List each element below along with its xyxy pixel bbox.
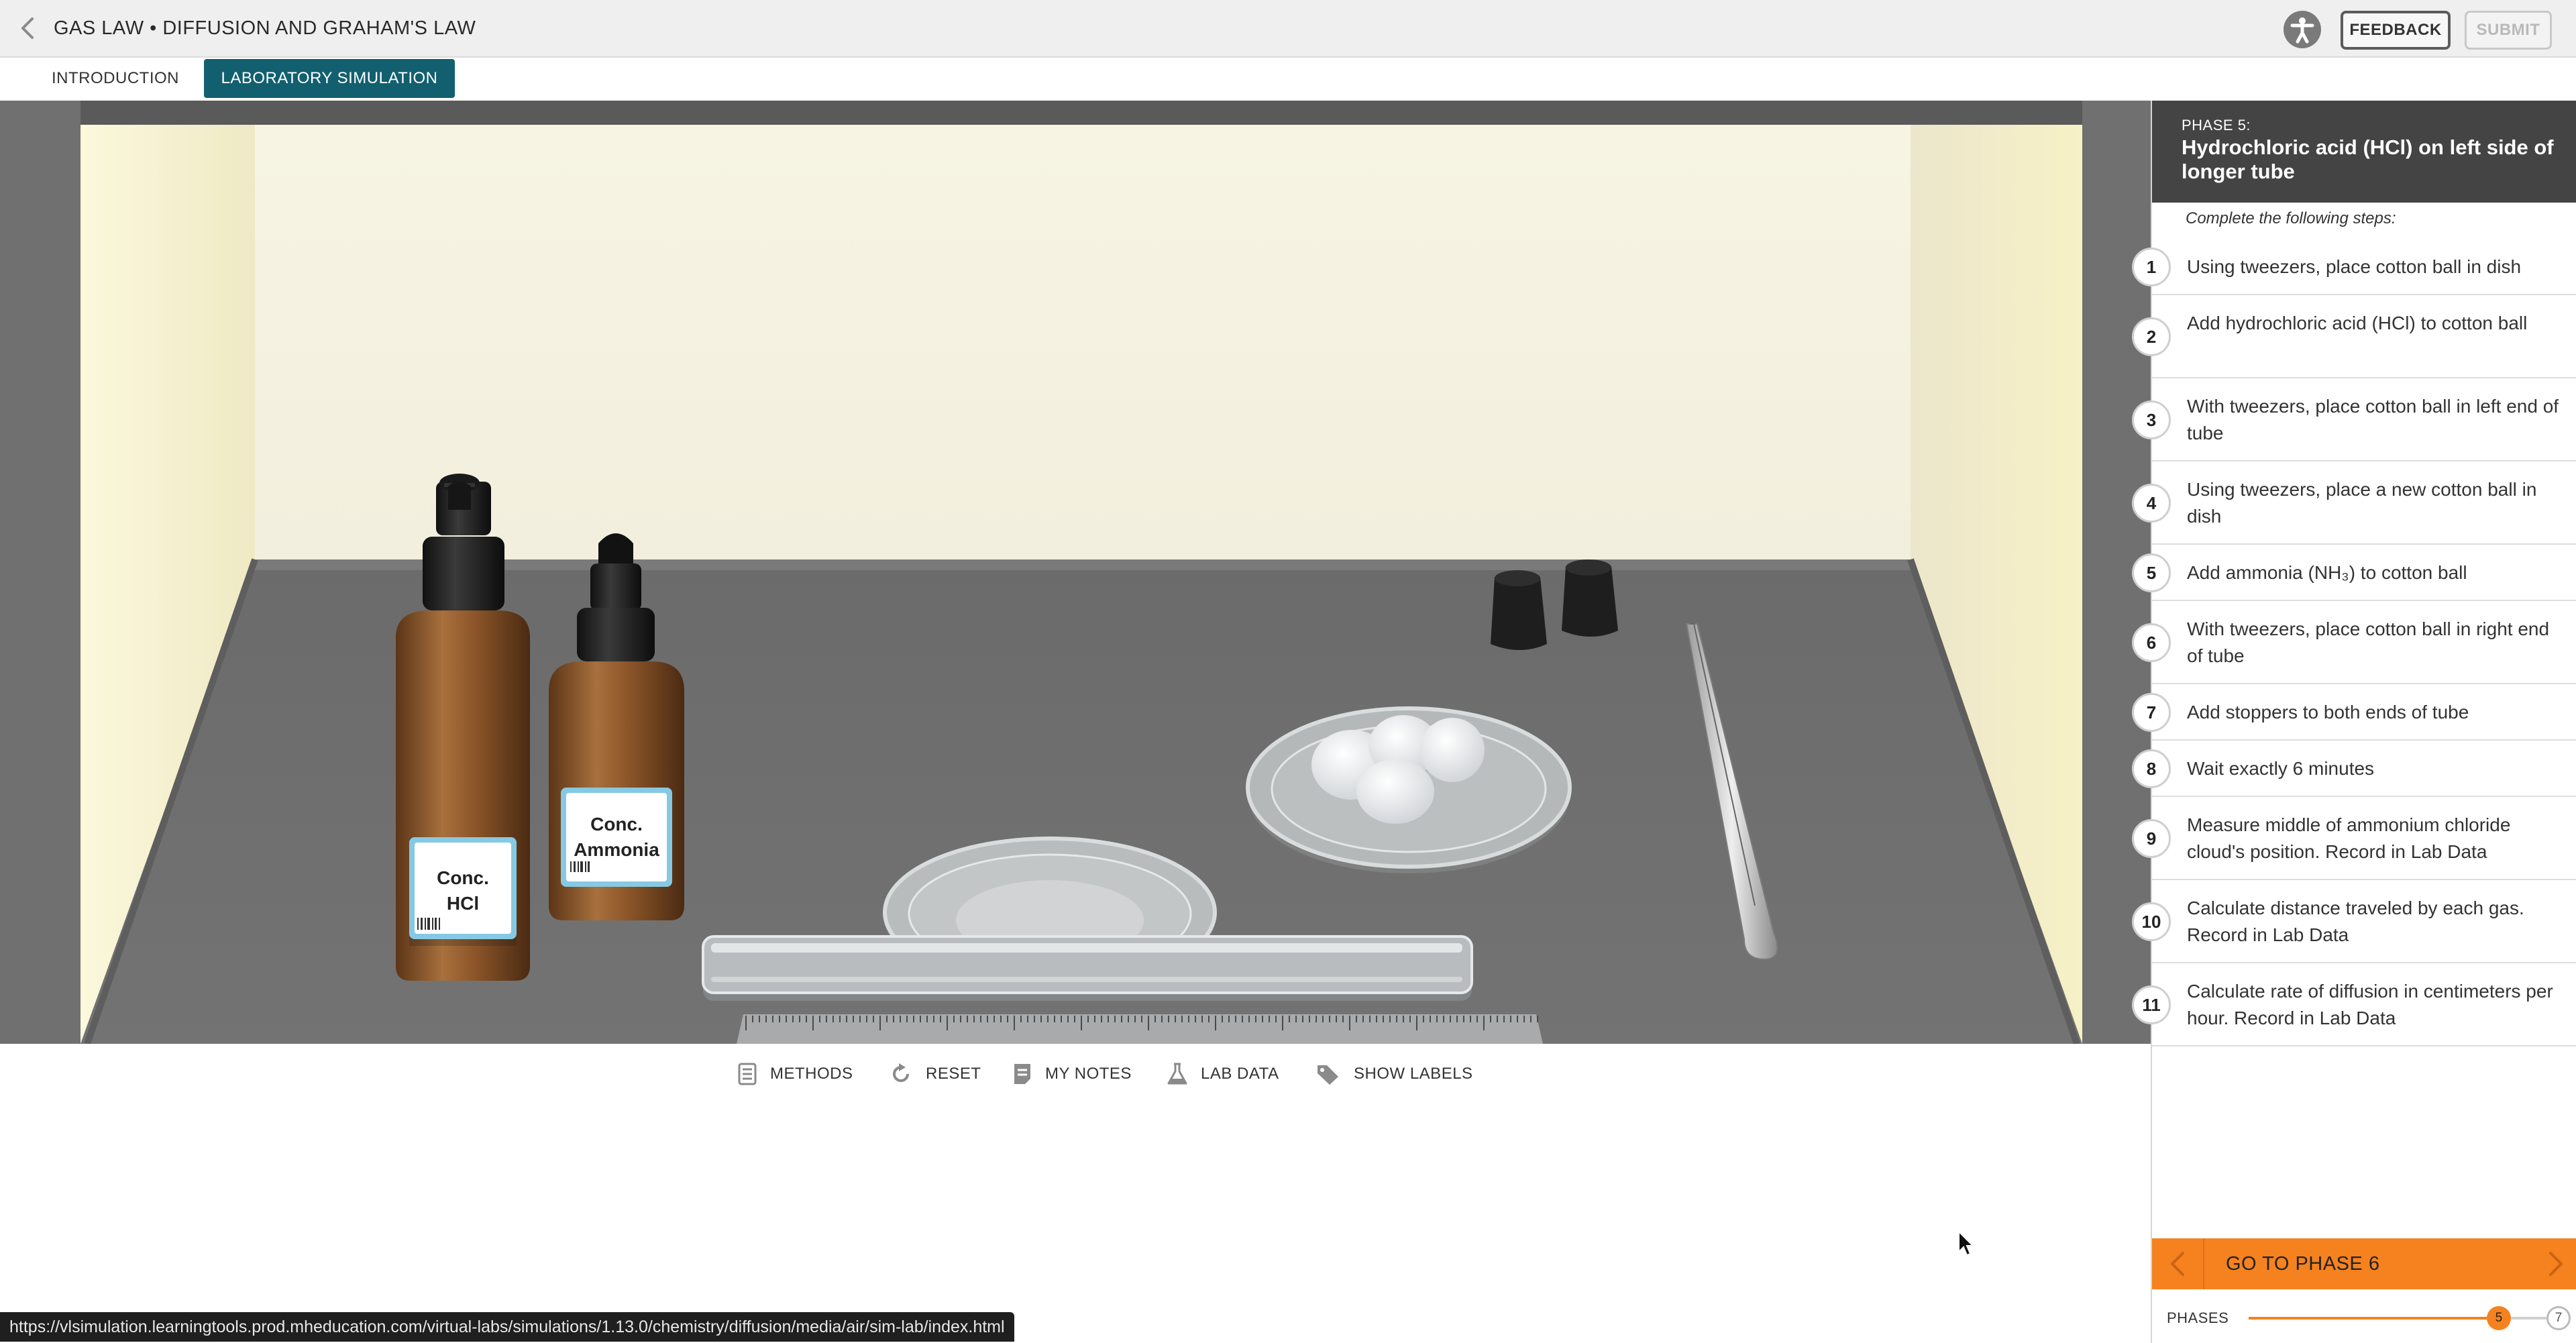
chevron-left-icon	[2171, 1252, 2184, 1276]
step-number: 2	[2132, 317, 2171, 356]
step-text: Using tweezers, place cotton ball in dis…	[2187, 256, 2522, 277]
step-item: 1 Using tweezers, place cotton ball in di…	[2132, 239, 2576, 295]
step-item: 4 Using tweezers, place a new cotton ball…	[2132, 462, 2576, 545]
step-number: 6	[2132, 623, 2171, 662]
methods-button[interactable]: METHODS	[738, 1059, 853, 1089]
show-labels-label: SHOW LABELS	[1354, 1065, 1473, 1083]
step-text: Add hydrochloric acid (HCl) to cotton ba…	[2187, 313, 2528, 333]
step-number: 11	[2132, 985, 2171, 1024]
submit-button[interactable]: SUBMIT	[2465, 11, 2552, 50]
step-number: 1	[2132, 248, 2171, 286]
tag-icon	[1318, 1065, 1338, 1085]
accessibility-icon[interactable]	[2284, 11, 2321, 48]
phase-number: PHASE 5:	[2182, 117, 2251, 133]
phase-header: PHASE 5: Hydrochloric acid (HCl) on left…	[2152, 101, 2576, 203]
step-item: 7 Add stoppers to both ends of tube	[2132, 684, 2576, 741]
step-number: 4	[2132, 484, 2171, 523]
my-notes-button[interactable]: MY NOTES	[1013, 1059, 1132, 1089]
phase-progress-fill	[2249, 1317, 2499, 1320]
total-phases-indicator[interactable]: 7	[2546, 1306, 2571, 1330]
reset-icon	[893, 1063, 909, 1082]
step-item: 5 Add ammonia (NH₃) to cotton ball	[2132, 545, 2576, 601]
ammonia-label-line1: Conc.	[590, 814, 643, 835]
step-number: 10	[2132, 902, 2171, 941]
steps-list: 1 Using tweezers, place cotton ball in di…	[2132, 239, 2576, 1046]
step-number: 8	[2132, 749, 2171, 788]
app-title: GAS LAW • DIFFUSION AND GRAHAM'S LAW	[54, 17, 476, 39]
feedback-button[interactable]: FEEDBACK	[2341, 11, 2451, 50]
ammonia-label-line2: Ammonia	[574, 839, 659, 860]
step-item: 2 Add hydrochloric acid (HCl) to cotton b…	[2132, 295, 2576, 378]
step-item: 8 Wait exactly 6 minutes	[2132, 741, 2576, 797]
reset-label: RESET	[926, 1065, 981, 1083]
step-number: 7	[2132, 693, 2171, 732]
previous-phase-button[interactable]	[2152, 1238, 2204, 1289]
step-text: Using tweezers, place a new cotton ball …	[2187, 479, 2537, 527]
lab-data-label: LAB DATA	[1201, 1065, 1279, 1083]
lab-scene: Conc. HCl Conc. Ammonia	[0, 101, 2151, 1044]
phase-panel: PHASE 5: Hydrochloric acid (HCl) on left…	[2132, 101, 2576, 1343]
tab-bar: INTRODUCTION LABORATORY SIMULATION	[0, 58, 2576, 101]
methods-icon	[738, 1063, 757, 1085]
methods-label: METHODS	[770, 1065, 853, 1083]
flask-icon	[1167, 1063, 1187, 1085]
step-text: With tweezers, place cotton ball in left…	[2187, 396, 2559, 443]
notes-icon	[1014, 1064, 1030, 1084]
show-labels-button[interactable]: SHOW LABELS	[1316, 1059, 1473, 1089]
lab-data-button[interactable]: LAB DATA	[1167, 1059, 1279, 1089]
hcl-label-line2: HCl	[447, 893, 479, 914]
step-number: 3	[2132, 400, 2171, 439]
chevron-right-icon	[2549, 1252, 2563, 1276]
petri-dish-cotton[interactable]	[1246, 706, 1572, 873]
ruler[interactable]	[737, 1014, 1543, 1044]
status-bar-url: https://vlsimulation.learningtools.prod.…	[0, 1312, 1014, 1342]
step-text: Calculate rate of diffusion in centimete…	[2187, 981, 2553, 1028]
step-item: 9 Measure middle of ammonium chloride clo…	[2132, 797, 2576, 880]
step-text: Add stoppers to both ends of tube	[2187, 702, 2469, 722]
reset-button[interactable]: RESET	[890, 1059, 981, 1089]
step-text: Wait exactly 6 minutes	[2187, 758, 2375, 779]
simulation-toolbar: METHODS RESET MY NOTES LAB DATA SHOW LAB…	[0, 1044, 2151, 1104]
go-to-phase-bar: GO TO PHASE 6	[2152, 1238, 2576, 1289]
step-number: 5	[2132, 553, 2171, 592]
tab-laboratory-simulation[interactable]: LABORATORY SIMULATION	[204, 59, 455, 98]
tab-introduction[interactable]: INTRODUCTION	[35, 59, 196, 98]
step-text: Calculate distance traveled by each gas.…	[2187, 898, 2524, 945]
step-text: Measure middle of ammonium chloride clou…	[2187, 814, 2511, 862]
phase-navigation: GO TO PHASE 6 PHASES 5 7	[2152, 1238, 2576, 1343]
step-item: 11 Calculate rate of diffusion in centime…	[2132, 963, 2576, 1046]
phase-title: Hydrochloric acid (HCl) on left side of …	[2182, 136, 2554, 183]
glass-tube[interactable]	[702, 935, 1473, 1001]
step-text: With tweezers, place cotton ball in righ…	[2187, 619, 2550, 666]
mouse-cursor-icon	[1958, 1230, 1975, 1256]
step-number: 9	[2132, 819, 2171, 858]
step-item: 3 With tweezers, place cotton ball in lef…	[2132, 378, 2576, 462]
phases-label: PHASES	[2167, 1309, 2229, 1326]
step-item: 6 With tweezers, place cotton ball in rig…	[2132, 601, 2576, 684]
step-item: 10 Calculate distance traveled by each ga…	[2132, 880, 2576, 963]
cotton-ball[interactable]	[1356, 759, 1434, 824]
step-text: Add ammonia (NH₃) to cotton ball	[2187, 562, 2467, 583]
steps-intro: Complete the following steps:	[2186, 209, 2396, 227]
current-phase-indicator[interactable]: 5	[2486, 1306, 2511, 1330]
next-phase-button[interactable]	[2536, 1238, 2576, 1289]
cotton-ball[interactable]	[1420, 718, 1485, 782]
go-to-phase-button[interactable]: GO TO PHASE 6	[2226, 1238, 2379, 1289]
chevron-left-icon[interactable]	[15, 15, 42, 42]
my-notes-label: MY NOTES	[1045, 1065, 1132, 1083]
hcl-label-line1: Conc.	[437, 867, 489, 888]
top-bar: GAS LAW • DIFFUSION AND GRAHAM'S LAW FEE…	[0, 0, 2576, 58]
